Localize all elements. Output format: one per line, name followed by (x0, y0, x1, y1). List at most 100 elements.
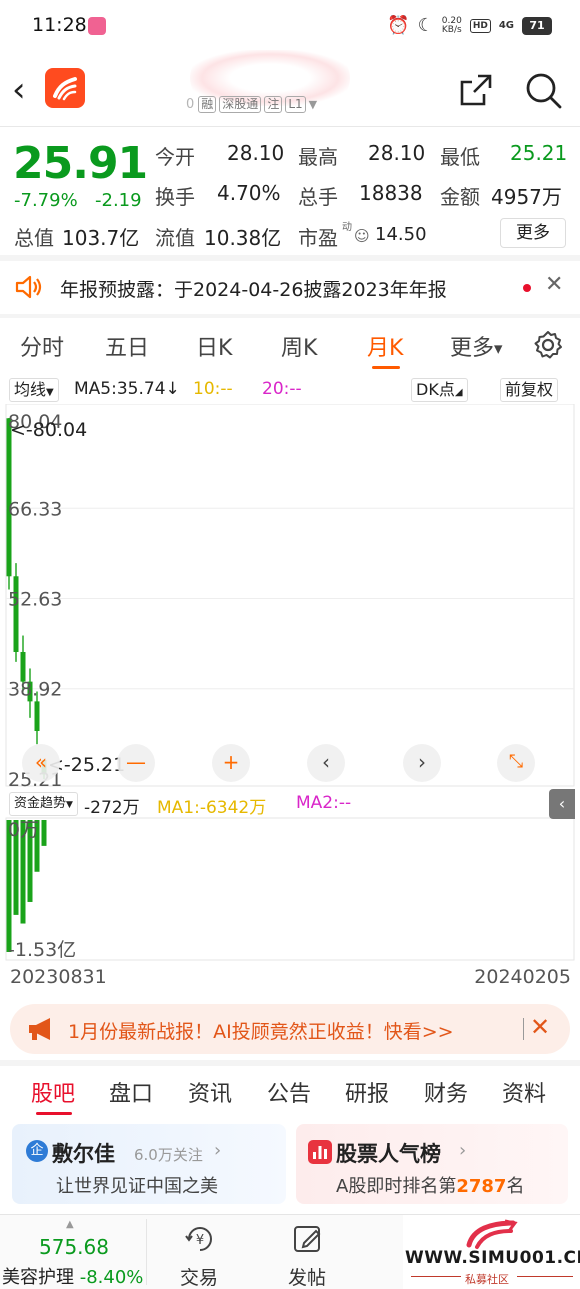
price-tick-label: 38.92 (8, 679, 62, 701)
megaphone-icon (29, 1018, 50, 1040)
tab-order-book[interactable]: 盘口 (109, 1076, 153, 1108)
price-tick-label: 66.33 (8, 498, 62, 520)
fund-flow-ma1: MA1:-6342万 (157, 798, 267, 818)
fullscreen-icon[interactable]: ⤡ (497, 744, 535, 782)
turnover-label: 换手 (155, 185, 195, 209)
tab-announcements[interactable]: 公告 (267, 1076, 311, 1108)
bar-chart-icon (308, 1140, 332, 1164)
trade-button[interactable]: 交易 (180, 1263, 218, 1289)
zoom-out-icon[interactable]: — (117, 744, 155, 782)
stock-meta[interactable]: 0 融 深股通 注 L1 ▼ (186, 96, 317, 113)
market-cap-label: 总值 (14, 226, 54, 250)
tab-profile[interactable]: 资料 (502, 1076, 546, 1108)
divider (523, 1018, 524, 1040)
bottom-action-bar: ▲ 575.68 美容护理 -8.40% ¥ 交易 发帖 WWW.SIMU001… (0, 1214, 580, 1289)
tab-financials[interactable]: 财务 (424, 1076, 468, 1108)
search-icon[interactable] (523, 70, 563, 110)
chevron-right-icon: › (214, 1140, 222, 1161)
zoom-in-icon[interactable]: + (212, 744, 250, 782)
low-value: 25.21 (510, 141, 568, 165)
scroll-left-icon[interactable]: ‹ (307, 744, 345, 782)
company-name: 敷尔佳 (52, 1142, 115, 1166)
alarm-icon: ⏰ (387, 15, 410, 36)
unread-dot (523, 284, 531, 292)
watermark-line (517, 1276, 573, 1277)
close-icon[interactable]: ✕ (530, 1013, 550, 1041)
close-icon[interactable]: ✕ (545, 272, 563, 297)
watermark-logo-icon (466, 1219, 518, 1249)
forward-adjust-button[interactable]: 前复权 (500, 378, 559, 402)
tab-forum[interactable]: 股吧 (31, 1076, 75, 1108)
volume-value: 18838 (359, 181, 423, 205)
open-label: 今开 (155, 145, 195, 169)
divider (0, 126, 580, 127)
tab-daily-k[interactable]: 日K (196, 330, 232, 362)
change-percent: -7.79% (14, 190, 78, 211)
battery-icon: 71 (522, 16, 552, 35)
ma5-value: MA5:35.74↓ (74, 379, 180, 399)
candle-body (20, 651, 26, 682)
popularity-card[interactable]: 股票人气榜 › A股即时排名第2787名 (296, 1124, 568, 1204)
popularity-title: 股票人气榜 (336, 1142, 441, 1166)
fund-flow-value: -272万 (84, 798, 140, 818)
company-card[interactable]: 企 敷尔佳 6.0万关注 › 让世界见证中国之美 (12, 1124, 286, 1204)
open-value: 28.10 (227, 141, 285, 165)
tab-research[interactable]: 研报 (345, 1076, 389, 1108)
tab-intraday[interactable]: 分时 (20, 330, 64, 362)
hd-icon: HD (469, 18, 491, 33)
market-cap-value: 103.7亿 (62, 226, 140, 250)
tag-margin: 融 (198, 96, 217, 113)
more-quote-button[interactable]: 更多 (500, 218, 566, 248)
back-icon[interactable]: ‹ (12, 70, 42, 110)
active-tab-indicator (36, 1112, 72, 1115)
gear-icon[interactable] (533, 330, 563, 360)
avg-line-selector[interactable]: 均线▼ (9, 378, 59, 402)
side-panel-toggle-icon[interactable]: ‹ (549, 789, 575, 819)
kline-chart-area[interactable]: 80.0466.3352.6338.9225.21 <-80.04<-25.21… (0, 404, 580, 1004)
moving-average-row: 均线▼ MA5:35.74↓ 10:-- 20:-- DK点◢ 前复权 (0, 376, 580, 404)
dk-point-button[interactable]: DK点◢ (411, 378, 468, 402)
caret-down-icon: ▼ (46, 387, 54, 398)
edit-post-icon[interactable] (291, 1223, 325, 1255)
logo-mark-icon (53, 77, 77, 101)
status-icons: ⏰ ☾ 0.20 KB/s HD 4G 71 (387, 15, 552, 36)
post-button[interactable]: 发帖 (288, 1263, 326, 1289)
announcement-text: 年报预披露：于2024-04-26披露2023年年报 (60, 279, 447, 301)
tab-five-day[interactable]: 五日 (105, 330, 149, 362)
fund-flow-selector[interactable]: 资金趋势▼ (9, 792, 78, 816)
announcement-bar[interactable]: 年报预披露：于2024-04-26披露2023年年报 ✕ (0, 262, 580, 312)
tab-more[interactable]: 更多▼ (450, 330, 502, 362)
tab-weekly-k[interactable]: 周K (281, 330, 317, 362)
float-cap-label: 流值 (155, 226, 195, 250)
tab-news[interactable]: 资讯 (188, 1076, 232, 1108)
change-amount: -2.19 (95, 190, 142, 211)
watermark: WWW.SIMU001.CN 私募社区 (403, 1215, 580, 1289)
pe-info-icon[interactable]: ☺ (354, 227, 370, 245)
turnover-value: 4.70% (217, 181, 281, 205)
sector-index-value[interactable]: 575.68 (39, 1235, 109, 1259)
tag-level: L1 (285, 96, 306, 113)
tab-monthly-k[interactable]: 月K (367, 330, 403, 362)
scroll-right-icon[interactable]: › (403, 744, 441, 782)
quote-panel: 25.91 -7.79% -2.19 今开 28.10 最高 28.10 最低 … (0, 134, 580, 254)
promo-banner[interactable]: 1月份最新战报！AI投顾竟然正收益！快看>> ✕ (10, 1004, 570, 1054)
section-gap (0, 255, 580, 261)
company-slogan: 让世界见证中国之美 (56, 1176, 218, 1197)
yuan-trade-icon[interactable]: ¥ (183, 1223, 217, 1255)
share-icon[interactable] (458, 72, 494, 108)
date-start: 20230831 (10, 966, 107, 988)
notification-app-icon (88, 17, 106, 35)
ma10-value: 10:-- (193, 379, 233, 399)
chart-frame (5, 404, 575, 787)
date-axis: 20230831 20240205 (0, 964, 580, 990)
price-axis-labels: 80.0466.3352.6338.9225.21 (8, 411, 62, 791)
net-speed: 0.20 KB/s (441, 15, 462, 35)
volume-label: 总手 (298, 185, 338, 209)
kline-chart-svg[interactable]: 80.0466.3352.6338.9225.21 <-80.04<-25.21… (0, 404, 580, 964)
scroll-left-fast-icon[interactable]: « (22, 744, 60, 782)
chart-period-tabs: 分时 五日 日K 周K 月K 更多▼ (0, 318, 580, 374)
high-value: 28.10 (368, 141, 426, 165)
svg-text:¥: ¥ (196, 1233, 204, 1248)
sector-index[interactable]: 美容护理 -8.40% (2, 1263, 143, 1289)
caret-up-icon: ▲ (66, 1219, 74, 1230)
